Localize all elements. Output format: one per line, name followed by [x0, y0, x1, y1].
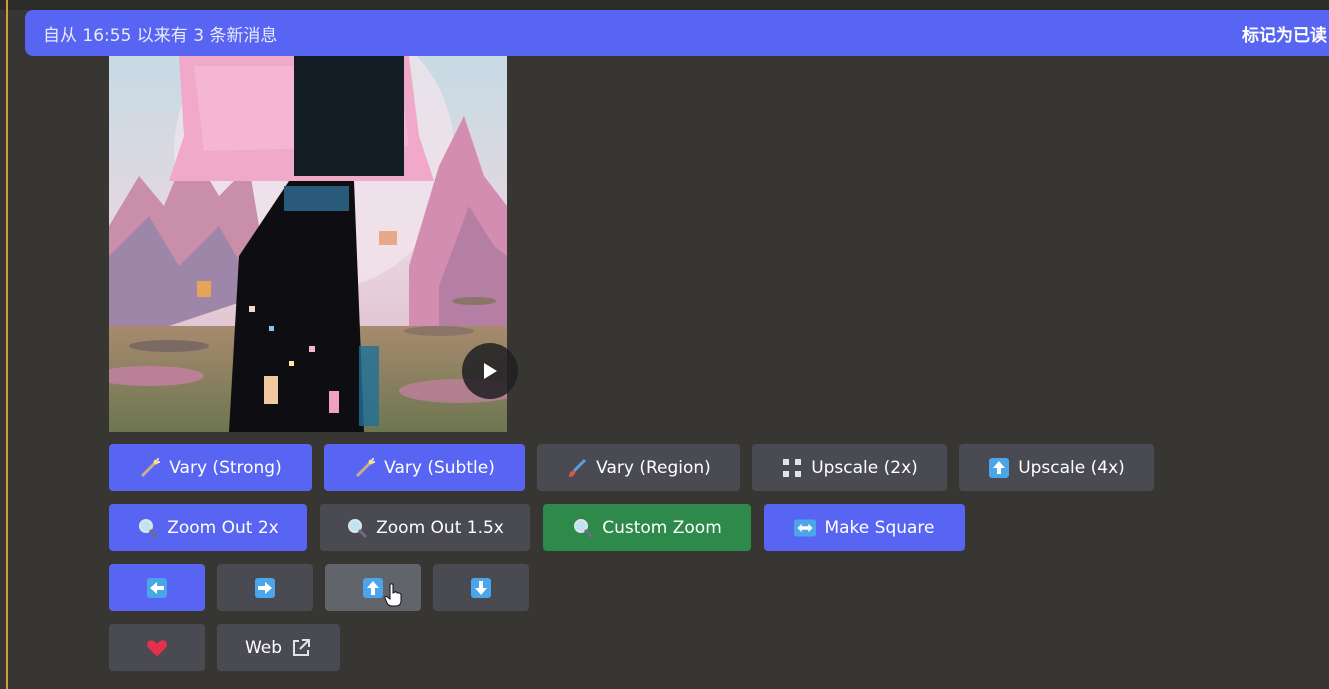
- magic-wand-icon: [139, 457, 161, 479]
- custom-zoom-button[interactable]: Custom Zoom: [543, 504, 751, 551]
- play-button[interactable]: [462, 343, 518, 399]
- extra-buttons-row: Web: [109, 624, 340, 671]
- mark-as-read-button[interactable]: 标记为已读: [1242, 21, 1329, 46]
- new-messages-text: 自从 16:55 以来有 3 条新消息: [43, 25, 278, 46]
- paintbrush-icon: [566, 457, 588, 479]
- zoom-out-1-5x-button[interactable]: Zoom Out 1.5x: [320, 504, 530, 551]
- vary-strong-label: Vary (Strong): [169, 457, 282, 478]
- magnifier-icon: [137, 517, 159, 539]
- hand-cursor-icon: [384, 583, 402, 607]
- expand-icon: [781, 457, 803, 479]
- pan-buttons-row: [109, 564, 529, 611]
- zoom-out-2x-label: Zoom Out 2x: [167, 517, 279, 538]
- arrow-right-icon: [254, 577, 276, 599]
- web-label: Web: [244, 637, 283, 658]
- pan-up-button[interactable]: [325, 564, 421, 611]
- magic-wand-icon: [354, 457, 376, 479]
- zoom-buttons-row: Zoom Out 2x Zoom Out 1.5x Custom Zoom Ma…: [109, 504, 965, 551]
- magnifier-icon: [346, 517, 368, 539]
- make-square-label: Make Square: [824, 517, 935, 538]
- upscale-2x-button[interactable]: Upscale (2x): [752, 444, 947, 491]
- vary-strong-button[interactable]: Vary (Strong): [109, 444, 312, 491]
- external-link-icon: [290, 637, 312, 659]
- pan-right-button[interactable]: [217, 564, 313, 611]
- message-accent-line: [6, 0, 8, 689]
- upscale-4x-label: Upscale (4x): [1018, 457, 1125, 478]
- vary-region-button[interactable]: Vary (Region): [537, 444, 740, 491]
- top-strip: [0, 0, 1329, 10]
- custom-zoom-label: Custom Zoom: [602, 517, 722, 538]
- vary-subtle-label: Vary (Subtle): [384, 457, 495, 478]
- like-button[interactable]: [109, 624, 205, 671]
- arrow-up-icon: [362, 577, 384, 599]
- zoom-out-2x-button[interactable]: Zoom Out 2x: [109, 504, 307, 551]
- variation-buttons-row: Vary (Strong) Vary (Subtle) Vary (Region…: [109, 444, 1154, 491]
- pan-left-button[interactable]: [109, 564, 205, 611]
- make-square-button[interactable]: Make Square: [764, 504, 965, 551]
- up-arrow-box-icon: [988, 457, 1010, 479]
- upscale-2x-label: Upscale (2x): [811, 457, 918, 478]
- arrow-left-icon: [146, 577, 168, 599]
- play-icon: [484, 363, 497, 379]
- zoom-out-1-5x-label: Zoom Out 1.5x: [376, 517, 504, 538]
- left-right-arrow-icon: [794, 517, 817, 539]
- vary-subtle-button[interactable]: Vary (Subtle): [324, 444, 525, 491]
- upscale-4x-button[interactable]: Upscale (4x): [959, 444, 1154, 491]
- heart-icon: [146, 637, 168, 659]
- magnifier-icon: [572, 517, 594, 539]
- web-link-button[interactable]: Web: [217, 624, 340, 671]
- pan-down-button[interactable]: [433, 564, 529, 611]
- new-messages-banner[interactable]: 自从 16:55 以来有 3 条新消息 标记为已读: [25, 10, 1329, 56]
- generated-image[interactable]: [109, 56, 507, 432]
- arrow-down-icon: [470, 577, 492, 599]
- vary-region-label: Vary (Region): [596, 457, 711, 478]
